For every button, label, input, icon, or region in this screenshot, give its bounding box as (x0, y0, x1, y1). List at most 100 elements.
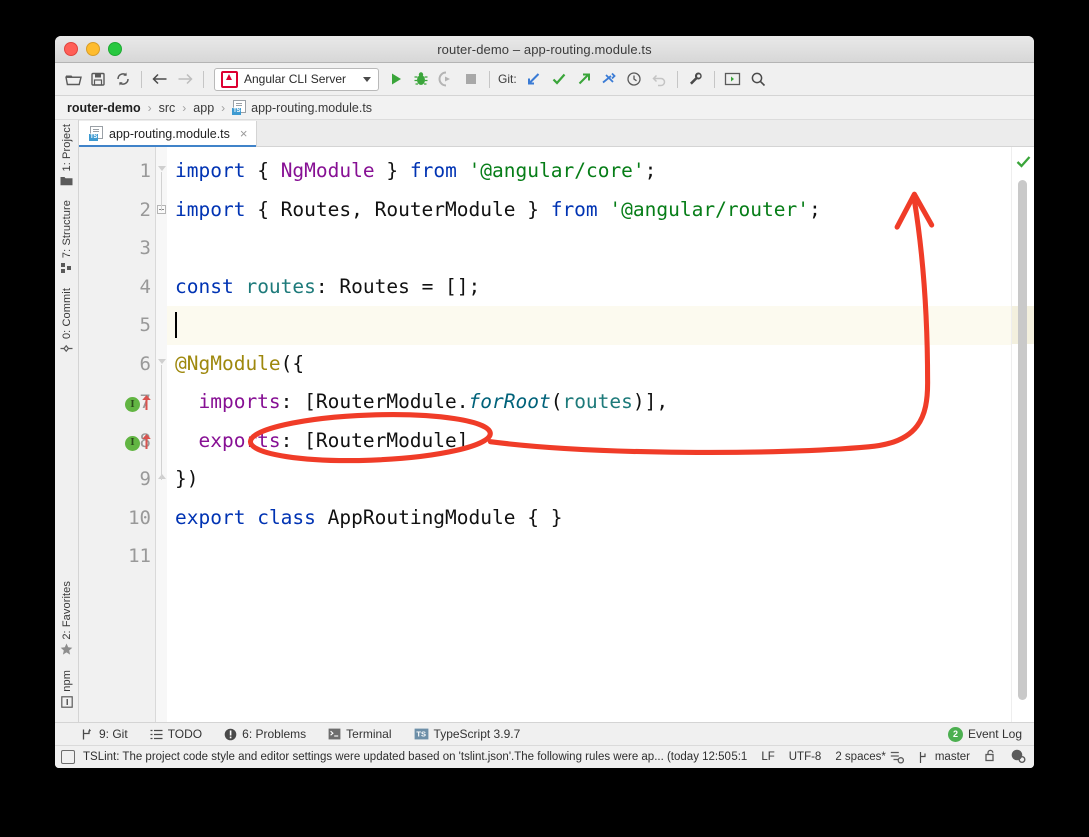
code-viewport[interactable]: import { NgModule } from '@angular/core'… (167, 147, 1011, 722)
toolwindow-button-typescript[interactable]: TS TypeScript 3.9.7 (414, 727, 520, 741)
debug-icon[interactable] (409, 67, 433, 91)
sidebar-item-commit[interactable]: 0: Commit (60, 288, 73, 354)
caret-position[interactable]: 5:1 (731, 751, 747, 763)
line-number: 2 (139, 198, 151, 221)
toolwindow-button-problems[interactable]: 6: Problems (224, 727, 306, 741)
code-line[interactable] (175, 306, 1011, 345)
toolwindow-button-terminal[interactable]: Terminal (328, 727, 392, 741)
git-branch-label: master (934, 751, 970, 763)
code-token: NgModule (280, 159, 375, 182)
code-line[interactable]: exports: [RouterModule] (175, 422, 1011, 461)
settings-wrench-icon[interactable] (684, 67, 708, 91)
toolbar-separator (141, 70, 142, 88)
sync-icon[interactable] (111, 67, 135, 91)
ts-file-icon: TS (89, 126, 103, 141)
implemented-marker[interactable]: I (125, 433, 152, 454)
line-number: 10 (128, 506, 151, 529)
terminal-panel-icon[interactable] (721, 67, 745, 91)
sidebar-item-favorites[interactable]: 2: Favorites (60, 581, 73, 657)
breadcrumb-item-project[interactable]: router-demo (65, 101, 143, 115)
rollback-icon[interactable] (647, 67, 671, 91)
line-number: 9 (139, 468, 151, 490)
status-message[interactable]: TSLint: The project code style and edito… (83, 751, 731, 763)
code-line[interactable]: import { NgModule } from '@angular/core'… (175, 152, 1011, 191)
window-title: router-demo – app-routing.module.ts (437, 41, 652, 57)
history-icon[interactable] (622, 67, 646, 91)
tool-window-bar: 9: Git TODO 6: Problems Terminal TS Type… (55, 722, 1034, 745)
editor-tab-app-routing-module[interactable]: TS app-routing.module.ts × (79, 121, 257, 147)
code-line[interactable]: import { Routes, RouterModule } from '@a… (175, 191, 1011, 230)
status-square-icon[interactable] (61, 750, 75, 764)
title-bar: router-demo – app-routing.module.ts (55, 36, 1034, 63)
code-line[interactable] (175, 537, 1011, 576)
editor-gutter[interactable]: 1 2 3 4 5 6 7 8 9 10 11 II (79, 147, 167, 722)
breadcrumb-item-file[interactable]: TS app-routing.module.ts (230, 100, 374, 115)
code-token: routes (562, 390, 633, 413)
event-log-button[interactable]: 2 Event Log (947, 726, 1022, 742)
fetch-icon[interactable] (597, 67, 621, 91)
run-configuration-selector[interactable]: Angular CLI Server (214, 67, 379, 91)
vertical-scrollbar[interactable] (1018, 180, 1027, 700)
file-encoding[interactable]: UTF-8 (789, 751, 822, 763)
code-line[interactable]: export class AppRoutingModule { } (175, 499, 1011, 538)
search-icon[interactable] (746, 67, 770, 91)
toolwindow-button-git[interactable]: 9: Git (81, 727, 128, 741)
code-token: @NgModule (175, 351, 281, 375)
code-token: export (175, 505, 246, 529)
code-editor[interactable]: 1 2 3 4 5 6 7 8 9 10 11 II import { NgModule } fro… (79, 147, 1034, 722)
line-separator[interactable]: LF (761, 751, 774, 763)
ide-window: router-demo – app-routing.module.ts Angu… (55, 36, 1034, 768)
sidebar-item-structure[interactable]: 7: Structure (60, 200, 73, 273)
code-text[interactable]: import { NgModule } from '@angular/core'… (167, 147, 1011, 576)
sidebar-item-project[interactable]: 1: Project (60, 124, 73, 186)
breadcrumb-item-app[interactable]: app (191, 101, 216, 115)
sidebar-label-npm: npm (60, 670, 73, 692)
run-configuration-label: Angular CLI Server (244, 72, 347, 86)
code-line[interactable]: imports: [RouterModule.forRoot(routes)], (175, 383, 1011, 422)
editor-marker-strip[interactable] (1011, 147, 1034, 722)
implemented-marker[interactable]: I (125, 394, 152, 415)
chevron-right-icon: › (182, 100, 187, 115)
code-fold-toggle[interactable] (158, 166, 166, 171)
code-fold-toggle[interactable] (158, 474, 166, 479)
indent-setting[interactable]: 2 spaces* (835, 751, 904, 764)
run-icon[interactable] (384, 67, 408, 91)
inspections-icon[interactable] (1011, 749, 1026, 766)
editor-column: TS app-routing.module.ts × 1 2 3 4 5 6 7 8 9 10 11… (79, 120, 1034, 722)
code-fold-toggle[interactable] (158, 358, 166, 364)
code-token: '@angular/router' (609, 197, 810, 221)
code-line[interactable] (175, 229, 1011, 268)
chevron-down-icon[interactable] (363, 76, 371, 82)
line-number: 6 (139, 352, 151, 375)
code-line[interactable]: }) (175, 460, 1011, 499)
code-line[interactable]: const routes: Routes = []; (175, 268, 1011, 307)
breadcrumb-item-src[interactable]: src (157, 101, 178, 115)
git-branch-widget[interactable]: master (918, 751, 970, 764)
stop-icon[interactable] (459, 67, 483, 91)
sidebar-label-commit: 0: Commit (60, 287, 73, 339)
close-icon[interactable]: × (240, 127, 248, 140)
star-icon (60, 643, 73, 655)
code-line[interactable]: @NgModule({ (175, 345, 1011, 384)
back-arrow-icon[interactable] (148, 67, 172, 91)
open-folder-icon[interactable] (61, 67, 85, 91)
editor-tab-label: app-routing.module.ts (109, 126, 230, 141)
git-branch-icon (82, 728, 91, 739)
commit-icon[interactable] (547, 67, 571, 91)
toolwindow-label-terminal: Terminal (346, 727, 392, 741)
save-icon[interactable] (86, 67, 110, 91)
structure-icon (60, 262, 71, 273)
overriding-up-arrow-icon (141, 394, 152, 415)
git-label: Git: (498, 72, 517, 86)
toolwindow-button-todo[interactable]: TODO (150, 727, 202, 741)
run-coverage-icon[interactable] (434, 67, 458, 91)
unlocked-icon[interactable] (984, 749, 997, 765)
push-icon[interactable] (572, 67, 596, 91)
forward-arrow-icon[interactable] (173, 67, 197, 91)
inspection-ok-check-icon[interactable] (1016, 155, 1031, 173)
update-project-icon[interactable] (522, 67, 546, 91)
sidebar-item-npm[interactable]: npm (61, 670, 73, 708)
code-token: )], (632, 390, 669, 413)
